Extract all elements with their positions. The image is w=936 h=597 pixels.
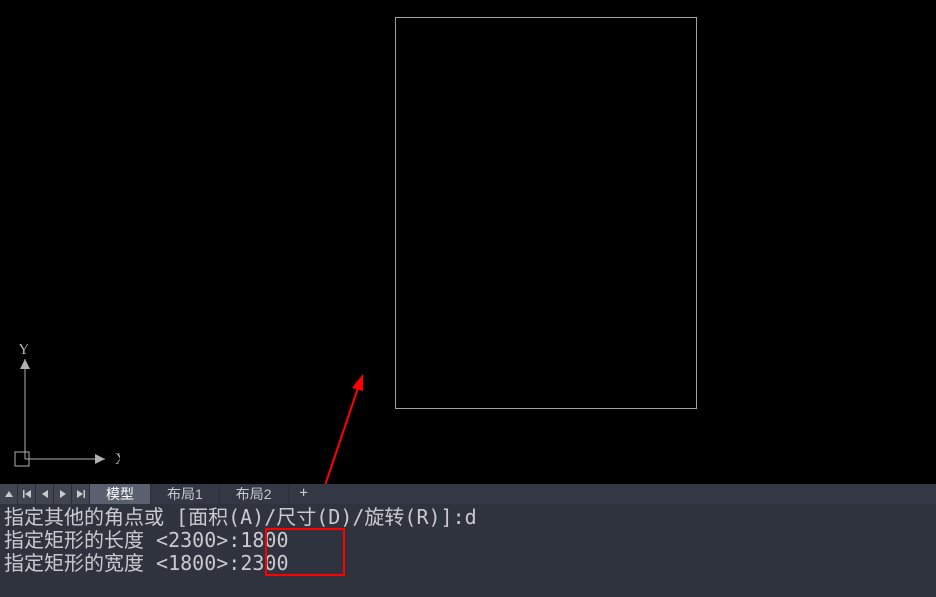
ucs-icon: X Y [10, 344, 120, 474]
cmd-prompt-2: 指定矩形的长度 <2300>: [4, 529, 240, 552]
tab-layout1[interactable]: 布局1 [151, 484, 220, 504]
command-history-line: 指定矩形的宽度 <1800>: 2300 [4, 552, 932, 575]
tab-first-button[interactable] [18, 484, 36, 504]
command-history-line: 指定矩形的长度 <2300>: 1800 [4, 529, 932, 552]
ucs-x-label: X [115, 451, 120, 468]
command-line-area[interactable]: 指定其他的角点或 [面积(A)/尺寸(D)/旋转(R)]: d 指定矩形的长度 … [0, 504, 936, 597]
ucs-y-label: Y [18, 344, 30, 358]
tab-last-button[interactable] [72, 484, 90, 504]
tab-add-button[interactable]: + [289, 484, 319, 504]
drawn-rectangle[interactable] [395, 17, 697, 409]
layout-tab-bar: 模型 布局1 布局2 + [0, 484, 936, 504]
cmd-value-2: 1800 [240, 529, 288, 552]
command-history-line: 指定其他的角点或 [面积(A)/尺寸(D)/旋转(R)]: d [4, 506, 932, 529]
cmd-prompt-1: 指定其他的角点或 [面积(A)/尺寸(D)/旋转(R)]: [4, 506, 465, 529]
cmd-value-3: 2300 [240, 552, 288, 575]
cmd-value-1: d [465, 506, 477, 529]
tab-layout2[interactable]: 布局2 [220, 484, 289, 504]
drawing-canvas[interactable]: X Y [0, 0, 936, 484]
tab-model[interactable]: 模型 [90, 484, 151, 504]
cmd-prompt-3: 指定矩形的宽度 <1800>: [4, 552, 240, 575]
tab-prev-button[interactable] [36, 484, 54, 504]
tab-menu-button[interactable] [0, 484, 18, 504]
tab-next-button[interactable] [54, 484, 72, 504]
